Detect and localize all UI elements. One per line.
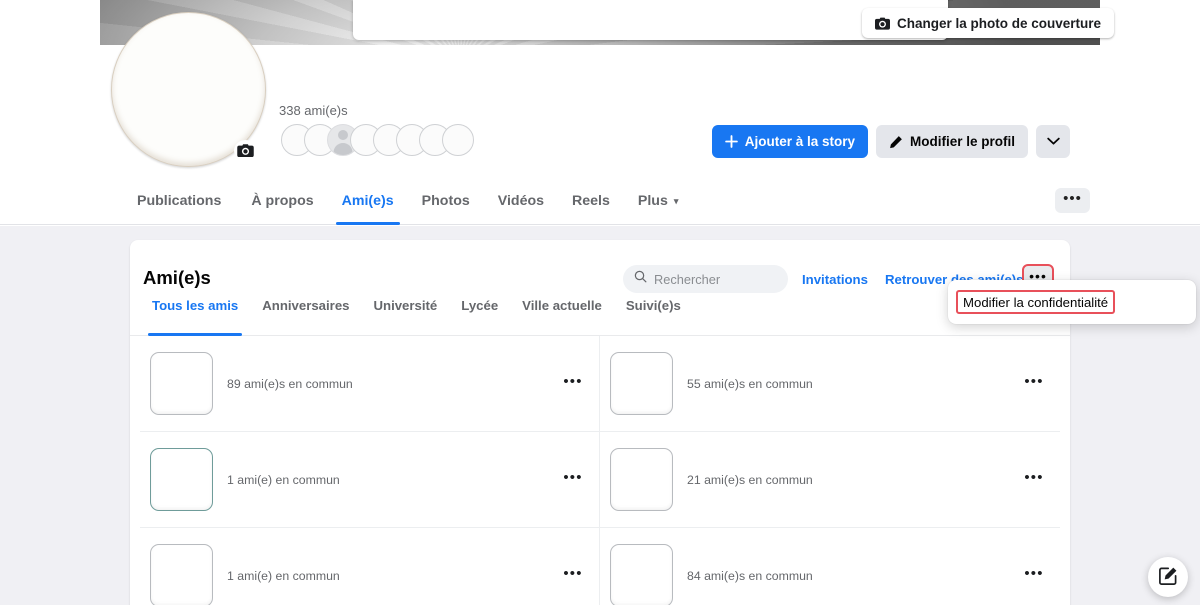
friend-avatar-bubbles[interactable] xyxy=(281,124,474,156)
profile-header: 338 ami(e)s Ajouter à la story Modifier … xyxy=(0,12,1200,177)
friend-list-item[interactable]: 84 ami(e)s en commun ••• xyxy=(600,528,1060,605)
facebook-profile-friends-page: Changer la photo de couverture 338 ami(e… xyxy=(0,0,1200,605)
tab-label: À propos xyxy=(251,193,314,209)
profile-actions-chevron-button[interactable] xyxy=(1036,125,1070,158)
camera-icon xyxy=(875,17,890,30)
filter-tab-label: Lycée xyxy=(461,298,499,313)
tab-publications[interactable]: Publications xyxy=(137,177,237,225)
nav-more-options-button[interactable]: ••• xyxy=(1055,188,1090,213)
tab-about[interactable]: À propos xyxy=(237,177,327,225)
friend-avatar[interactable] xyxy=(610,352,673,415)
search-icon xyxy=(634,270,647,288)
friend-mutual-count: 55 ami(e)s en commun xyxy=(687,376,813,391)
friend-avatar[interactable] xyxy=(150,544,213,605)
friend-mutual-count: 1 ami(e) en commun xyxy=(227,472,340,487)
friend-avatar[interactable] xyxy=(150,352,213,415)
pencil-icon xyxy=(889,135,903,149)
tab-label: Reels xyxy=(572,193,610,209)
friend-options-button[interactable]: ••• xyxy=(1022,468,1046,492)
filter-tab-label: Ville actuelle xyxy=(522,298,602,313)
edit-profile-button[interactable]: Modifier le profil xyxy=(875,125,1028,158)
friend-bubble[interactable] xyxy=(442,124,474,156)
friend-options-button[interactable]: ••• xyxy=(561,372,585,396)
add-to-story-button[interactable]: Ajouter à la story xyxy=(711,125,868,158)
compose-floating-button[interactable] xyxy=(1148,557,1188,597)
profile-avatar[interactable] xyxy=(111,12,266,167)
friend-mutual-count: 89 ami(e)s en commun xyxy=(227,376,353,391)
filter-tab-label: Université xyxy=(373,298,438,313)
friend-options-button[interactable]: ••• xyxy=(1022,372,1046,396)
filter-tab-label: Tous les amis xyxy=(152,298,239,313)
friend-options-button[interactable]: ••• xyxy=(1022,564,1046,588)
friends-grid: 89 ami(e)s en commun ••• 55 ami(e)s en c… xyxy=(130,336,1070,605)
friend-list-item[interactable]: 1 ami(e) en commun ••• xyxy=(140,432,600,528)
edit-profile-label: Modifier le profil xyxy=(909,134,1015,149)
filter-tab-label: Suivi(e)s xyxy=(625,298,681,313)
friends-search-box[interactable] xyxy=(623,265,788,293)
profile-actions: Ajouter à la story Modifier le profil xyxy=(711,125,1070,158)
friend-list-item[interactable]: 1 ami(e) en commun ••• xyxy=(140,528,600,605)
filter-tab-all-friends[interactable]: Tous les amis xyxy=(140,298,250,336)
friend-list-item[interactable]: 21 ami(e)s en commun ••• xyxy=(600,432,1060,528)
tab-videos[interactable]: Vidéos xyxy=(484,177,558,225)
invitations-link[interactable]: Invitations xyxy=(802,272,868,287)
privacy-dropdown-menu: Modifier la confidentialité xyxy=(948,280,1196,324)
tab-more[interactable]: Plus ▾ xyxy=(624,177,693,225)
friend-avatar[interactable] xyxy=(610,448,673,511)
friends-card: Ami(e)s Invitations Retrouver des ami(e)… xyxy=(130,240,1070,605)
tab-label: Photos xyxy=(421,193,470,209)
filter-tab-birthdays[interactable]: Anniversaires xyxy=(250,298,361,336)
tab-label: Vidéos xyxy=(497,193,545,209)
tab-reels[interactable]: Reels xyxy=(558,177,624,225)
friend-mutual-count: 21 ami(e)s en commun xyxy=(687,472,813,487)
filter-tab-current-city[interactable]: Ville actuelle xyxy=(510,298,614,336)
filter-tab-following[interactable]: Suivi(e)s xyxy=(614,298,693,336)
avatar-camera-icon[interactable] xyxy=(234,140,257,161)
main-content-area: Ami(e)s Invitations Retrouver des ami(e)… xyxy=(0,226,1200,605)
cover-overlay-panel xyxy=(353,0,948,40)
friend-mutual-count: 1 ami(e) en commun xyxy=(227,568,340,583)
friend-mutual-count: 84 ami(e)s en commun xyxy=(687,568,813,583)
add-to-story-label: Ajouter à la story xyxy=(744,134,855,149)
friend-options-button[interactable]: ••• xyxy=(561,564,585,588)
profile-nav-bar: Publications À propos Ami(e)s Photos Vid… xyxy=(0,177,1200,225)
friends-filter-tabs: Tous les amis Anniversaires Université L… xyxy=(130,298,1070,336)
friends-count-label: 338 ami(e)s xyxy=(279,103,348,118)
filter-tab-label: Anniversaires xyxy=(262,298,350,313)
tab-label: Ami(e)s xyxy=(341,193,394,209)
tab-photos[interactable]: Photos xyxy=(408,177,484,225)
friends-card-title: Ami(e)s xyxy=(143,267,211,288)
friends-search-input[interactable] xyxy=(654,271,777,287)
friend-list-item[interactable]: 89 ami(e)s en commun ••• xyxy=(140,336,600,432)
friend-list-item[interactable]: 55 ami(e)s en commun ••• xyxy=(600,336,1060,432)
plus-icon xyxy=(724,135,738,148)
friends-card-header: Ami(e)s Invitations Retrouver des ami(e)… xyxy=(130,240,1070,298)
change-cover-photo-label: Changer la photo de couverture xyxy=(897,15,1102,31)
chevron-down-icon: ▾ xyxy=(673,195,679,206)
change-cover-photo-button[interactable]: Changer la photo de couverture xyxy=(862,8,1115,38)
tab-friends[interactable]: Ami(e)s xyxy=(328,177,408,225)
profile-nav-tabs: Publications À propos Ami(e)s Photos Vid… xyxy=(137,177,692,225)
compose-icon xyxy=(1158,566,1178,589)
tab-label: Plus xyxy=(637,193,668,209)
tab-label: Publications xyxy=(137,193,222,209)
friend-avatar[interactable] xyxy=(150,448,213,511)
chevron-down-icon xyxy=(1046,137,1060,146)
friend-options-button[interactable]: ••• xyxy=(561,468,585,492)
friend-avatar[interactable] xyxy=(610,544,673,605)
filter-tab-highschool[interactable]: Lycée xyxy=(449,298,510,336)
filter-tab-university[interactable]: Université xyxy=(361,298,449,336)
menu-item-edit-privacy[interactable]: Modifier la confidentialité xyxy=(956,290,1116,314)
